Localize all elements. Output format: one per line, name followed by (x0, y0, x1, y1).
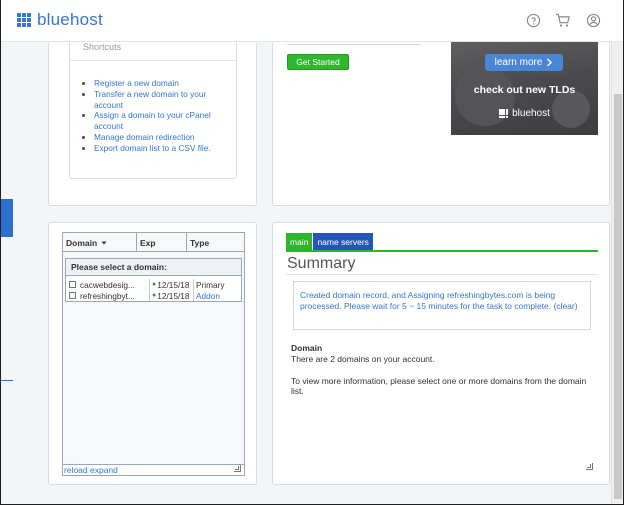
table-row[interactable]: refreshingbyt... ● 12/15/18 Addon (66, 290, 241, 301)
sidebar-divider (1, 380, 13, 381)
exp-date: 12/15/18 (157, 279, 190, 290)
shortcut-register-domain[interactable]: Register a new domain (94, 78, 234, 89)
column-domain[interactable]: Domain (63, 233, 137, 252)
shortcut-manage-redirection[interactable]: Manage domain redirection (94, 132, 234, 143)
status-dot-icon: ● (152, 281, 157, 288)
vertical-scrollbar[interactable] (611, 42, 623, 504)
exp-cell: ● 12/15/18 (150, 279, 194, 290)
learn-more-button[interactable]: learn more (485, 54, 563, 71)
tab-name-servers[interactable]: name servers (313, 233, 373, 250)
status-dot-icon: ● (152, 292, 157, 299)
status-notice[interactable]: Created domain record, and Assigning ref… (293, 281, 591, 330)
logo-grid-icon (17, 13, 31, 27)
tld-promo-banner[interactable]: learn more check out new TLDs bluehost (451, 42, 598, 135)
logo-text: bluehost (37, 10, 103, 29)
shortcut-assign-domain[interactable]: Assign a domain to your cPanel account (94, 110, 234, 132)
get-started-button[interactable]: Get Started (287, 54, 349, 70)
promo-tagline: check out new TLDs (473, 84, 576, 96)
domain-info: Domain There are 2 domains on your accou… (291, 343, 591, 397)
domain-checkbox[interactable] (69, 292, 76, 299)
shortcuts-list: Register a new domain Transfer a new dom… (94, 78, 234, 154)
domain-count-text: There are 2 domains on your account. (291, 353, 435, 364)
summary-divider (286, 274, 598, 275)
promo-panel: Get Started learn more check out new TLD… (272, 42, 610, 206)
sort-down-icon (101, 241, 107, 244)
domain-list-widget: Domain Exp Type Please select a domain: … (62, 232, 245, 476)
domain-type: Primary (196, 279, 225, 290)
tab-main[interactable]: main (286, 233, 313, 250)
shortcuts-title: Shortcuts (83, 42, 122, 52)
table-row[interactable]: cacwebdesig... ● 12/15/18 Primary (66, 279, 241, 290)
domain-cell: refreshingbyt... (66, 290, 150, 301)
header-icons (525, 12, 601, 28)
domain-cell: cacwebdesig... (66, 279, 150, 290)
more-info-text: To view more information, please select … (291, 375, 587, 397)
shortcuts-box: Shortcuts Register a new domain Transfer… (69, 42, 237, 179)
domain-search-input[interactable] (287, 42, 421, 45)
shortcuts-panel: Shortcuts Register a new domain Transfer… (48, 42, 257, 206)
domain-checkbox[interactable] (69, 281, 76, 288)
summary-panel: main name servers Summary Created domain… (272, 222, 610, 485)
domain-select-title: Please select a domain: (66, 259, 241, 276)
logo-grid-icon (499, 109, 509, 119)
domain-name: cacwebdesig... (80, 279, 135, 290)
resize-handle-icon[interactable] (234, 465, 241, 472)
page-title: Summary (287, 255, 356, 272)
domain-table-header: Domain Exp Type (63, 233, 244, 252)
shortcuts-divider (70, 60, 236, 61)
domain-name: refreshingbyt... (80, 290, 135, 301)
learn-more-label: learn more (494, 57, 543, 68)
help-icon[interactable] (525, 12, 541, 28)
user-icon[interactable] (585, 12, 601, 28)
sidebar-active-indicator (1, 199, 13, 237)
reload-expand-link[interactable]: reload expand (63, 464, 244, 475)
shortcut-transfer-domain[interactable]: Transfer a new domain to your account (94, 89, 234, 111)
column-exp[interactable]: Exp (137, 233, 187, 252)
exp-cell: ● 12/15/18 (150, 290, 194, 301)
resize-handle-icon[interactable] (586, 463, 593, 470)
tab-underline (286, 250, 598, 252)
bluehost-logo[interactable]: bluehost (17, 10, 103, 30)
shortcut-export-csv[interactable]: Export domain list to a CSV file. (94, 143, 234, 154)
top-header: bluehost (1, 0, 623, 42)
scrollbar-thumb[interactable] (614, 94, 622, 499)
exp-date: 12/15/18 (157, 290, 190, 301)
promo-brand: bluehost (451, 108, 598, 119)
domain-label: Domain (291, 343, 323, 353)
domain-select-box: Please select a domain: cacwebdesig... ●… (65, 258, 242, 302)
domain-list-panel: Domain Exp Type Please select a domain: … (48, 222, 257, 485)
app-frame: bluehost Shortcuts Register a new domain… (0, 0, 624, 505)
chevron-right-icon (547, 58, 553, 67)
summary-tabs: main name servers (286, 233, 373, 250)
promo-brand-text: bluehost (512, 108, 550, 119)
column-type[interactable]: Type (187, 233, 244, 252)
cart-icon[interactable] (555, 12, 571, 28)
column-domain-label: Domain (66, 237, 98, 248)
domain-type-link[interactable]: Addon (194, 290, 241, 301)
